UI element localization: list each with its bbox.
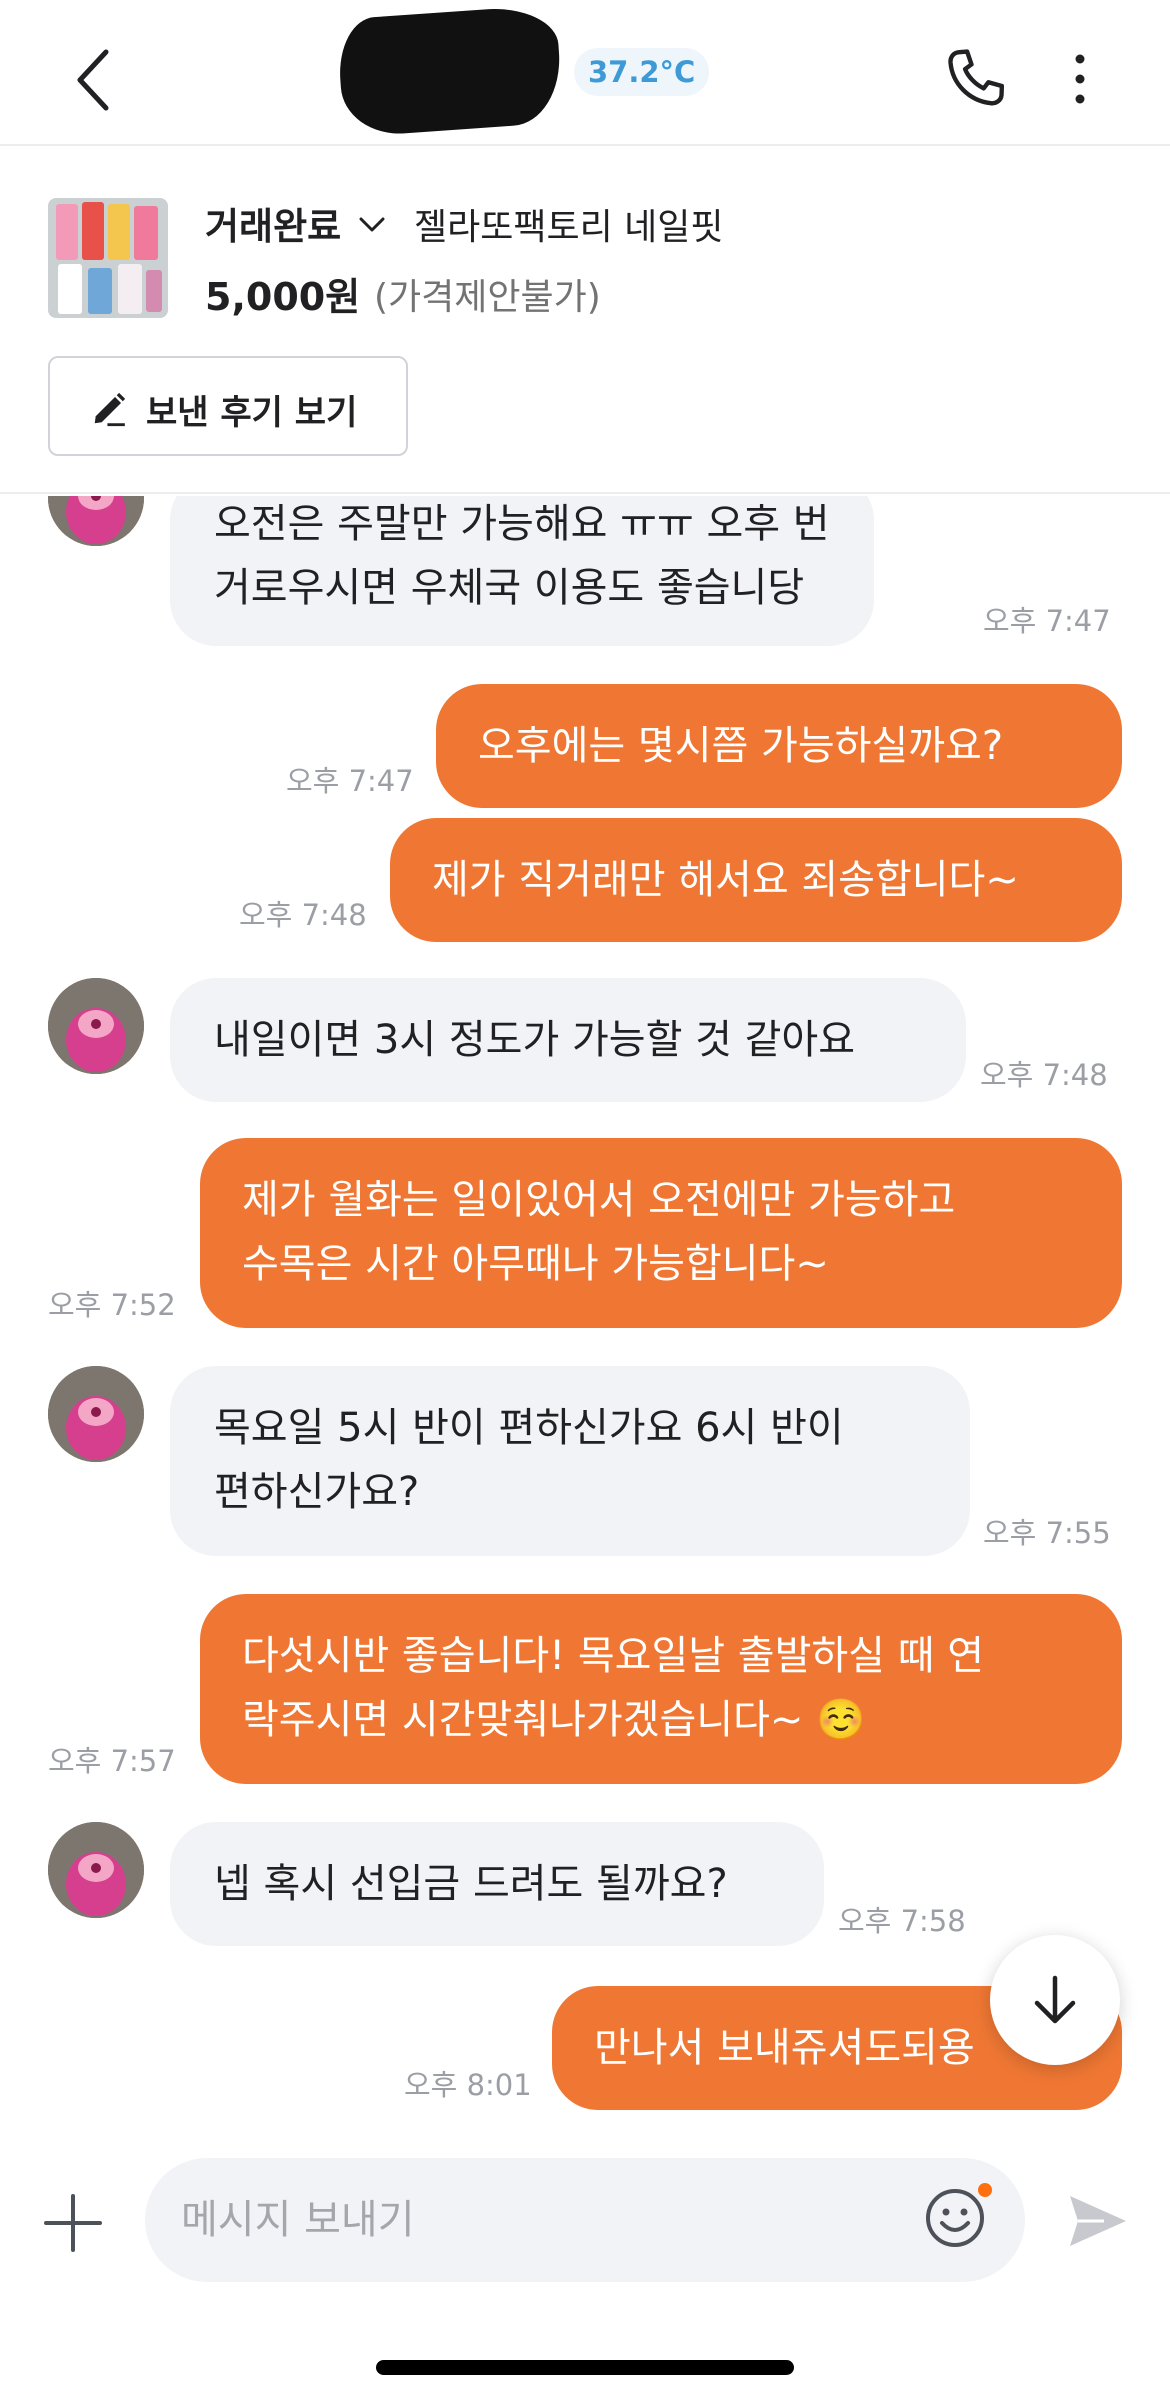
product-title[interactable]: 젤라또팩토리 네일핏 bbox=[414, 198, 724, 250]
message-time: 오후 7:55 bbox=[983, 1516, 1111, 1550]
partner-avatar[interactable] bbox=[48, 978, 144, 1074]
outgoing-message-bubble[interactable]: 다섯시반 좋습니다! 목요일날 출발하실 때 연 락주시면 시간맞춰나가겠습니다… bbox=[200, 1594, 1122, 1784]
message-line: 오전은 주말만 가능해요 ㅠㅠ 오후 번 bbox=[214, 501, 830, 547]
view-sent-review-label: 보낸 후기 보기 bbox=[146, 393, 358, 433]
home-indicator bbox=[376, 2360, 794, 2375]
scroll-to-bottom-button[interactable] bbox=[990, 1935, 1120, 2065]
message-line: 목요일 5시 반이 편하신가요 6시 반이 bbox=[214, 1405, 844, 1451]
more-options-button[interactable] bbox=[1060, 44, 1100, 114]
chat-message-list[interactable]: 오전은 주말만 가능해요 ㅠㅠ 오후 번 거로우시면 우체국 이용도 좋습니당 … bbox=[0, 496, 1170, 2138]
incoming-message-bubble[interactable]: 내일이면 3시 정도가 가능할 것 같아요 bbox=[170, 978, 966, 1102]
message-time: 오후 7:48 bbox=[239, 898, 367, 932]
incoming-message-bubble[interactable]: 넵 혹시 선입금 드려도 될까요? bbox=[170, 1822, 824, 1946]
partner-avatar[interactable] bbox=[48, 496, 144, 546]
chevron-left-icon bbox=[77, 49, 109, 111]
message-line: 넵 혹시 선입금 드려도 될까요? bbox=[214, 1861, 728, 1907]
arrow-down-icon bbox=[1034, 1975, 1076, 2024]
message-time: 오후 7:48 bbox=[980, 1058, 1108, 1092]
phone-icon bbox=[948, 49, 1005, 106]
incoming-message-bubble[interactable]: 목요일 5시 반이 편하신가요 6시 반이 편하신가요? bbox=[170, 1366, 970, 1556]
message-line: 락주시면 시간맞춰나가겠습니다~ ☺️ bbox=[242, 1697, 866, 1743]
message-line: 제가 월화는 일이있어서 오전에만 가능하고 bbox=[242, 1177, 956, 1223]
plus-icon bbox=[44, 2194, 102, 2252]
emoji-button[interactable] bbox=[922, 2185, 988, 2251]
message-time: 오후 7:52 bbox=[48, 1288, 176, 1322]
product-thumbnail[interactable] bbox=[48, 198, 168, 318]
message-line: 편하신가요? bbox=[214, 1469, 420, 1515]
smile-icon bbox=[926, 2189, 984, 2247]
send-icon bbox=[1070, 2196, 1126, 2246]
message-line: 제가 직거래만 해서요 죄송합니다~ bbox=[432, 857, 1019, 903]
message-line: 수목은 시간 아무때나 가능합니다~ bbox=[242, 1241, 829, 1287]
message-line: 다섯시반 좋습니다! 목요일날 출발하실 때 연 bbox=[242, 1633, 985, 1679]
partner-avatar[interactable] bbox=[48, 1366, 144, 1462]
outgoing-message-bubble[interactable]: 오후에는 몇시쯤 가능하실까요? bbox=[436, 684, 1122, 808]
message-time: 오후 7:47 bbox=[286, 764, 414, 798]
redaction-scribble bbox=[336, 4, 564, 138]
chat-screen: 루피 37.2°C 거래완료 bbox=[0, 0, 1170, 2402]
incoming-message-bubble[interactable]: 오전은 주말만 가능해요 ㅠㅠ 오후 번 거로우시면 우체국 이용도 좋습니당 bbox=[170, 496, 874, 646]
back-button[interactable] bbox=[66, 42, 126, 118]
outgoing-message-bubble[interactable]: 제가 월화는 일이있어서 오전에만 가능하고 수목은 시간 아무때나 가능합니다… bbox=[200, 1138, 1122, 1328]
status-dropdown[interactable] bbox=[357, 210, 387, 240]
call-button[interactable] bbox=[940, 44, 1010, 114]
chevron-down-icon bbox=[359, 217, 385, 232]
deal-status: 거래완료 bbox=[205, 205, 342, 248]
message-time: 오후 7:57 bbox=[48, 1744, 176, 1778]
price-offer-note: (가격제안불가) bbox=[374, 277, 601, 318]
product-price: 5,000원 bbox=[205, 275, 361, 319]
pencil-icon bbox=[94, 392, 126, 427]
chat-header: 루피 37.2°C bbox=[0, 0, 1170, 146]
message-time: 오후 7:58 bbox=[838, 1904, 966, 1938]
message-input[interactable] bbox=[145, 2158, 1025, 2282]
message-line: 오후에는 몇시쯤 가능하실까요? bbox=[478, 723, 1004, 769]
view-sent-review-button[interactable]: 보낸 후기 보기 bbox=[48, 356, 408, 456]
product-info-panel: 거래완료 젤라또팩토리 네일핏 5,000원 (가격제안불가) 보낸 후기 보기 bbox=[0, 148, 1170, 494]
attach-button[interactable] bbox=[40, 2190, 106, 2256]
send-button[interactable] bbox=[1064, 2188, 1130, 2254]
message-time: 오후 8:01 bbox=[404, 2068, 532, 2102]
message-line: 내일이면 3시 정도가 가능할 것 같아요 bbox=[214, 1017, 856, 1063]
more-vertical-icon bbox=[1075, 54, 1085, 104]
emoji-notification-dot bbox=[978, 2183, 992, 2197]
message-line: 거로우시면 우체국 이용도 좋습니당 bbox=[214, 565, 805, 611]
manner-temperature-badge: 37.2°C bbox=[574, 48, 710, 96]
partner-avatar[interactable] bbox=[48, 1822, 144, 1918]
outgoing-message-bubble[interactable]: 제가 직거래만 해서요 죄송합니다~ bbox=[390, 818, 1122, 942]
message-time: 오후 7:47 bbox=[983, 604, 1111, 638]
